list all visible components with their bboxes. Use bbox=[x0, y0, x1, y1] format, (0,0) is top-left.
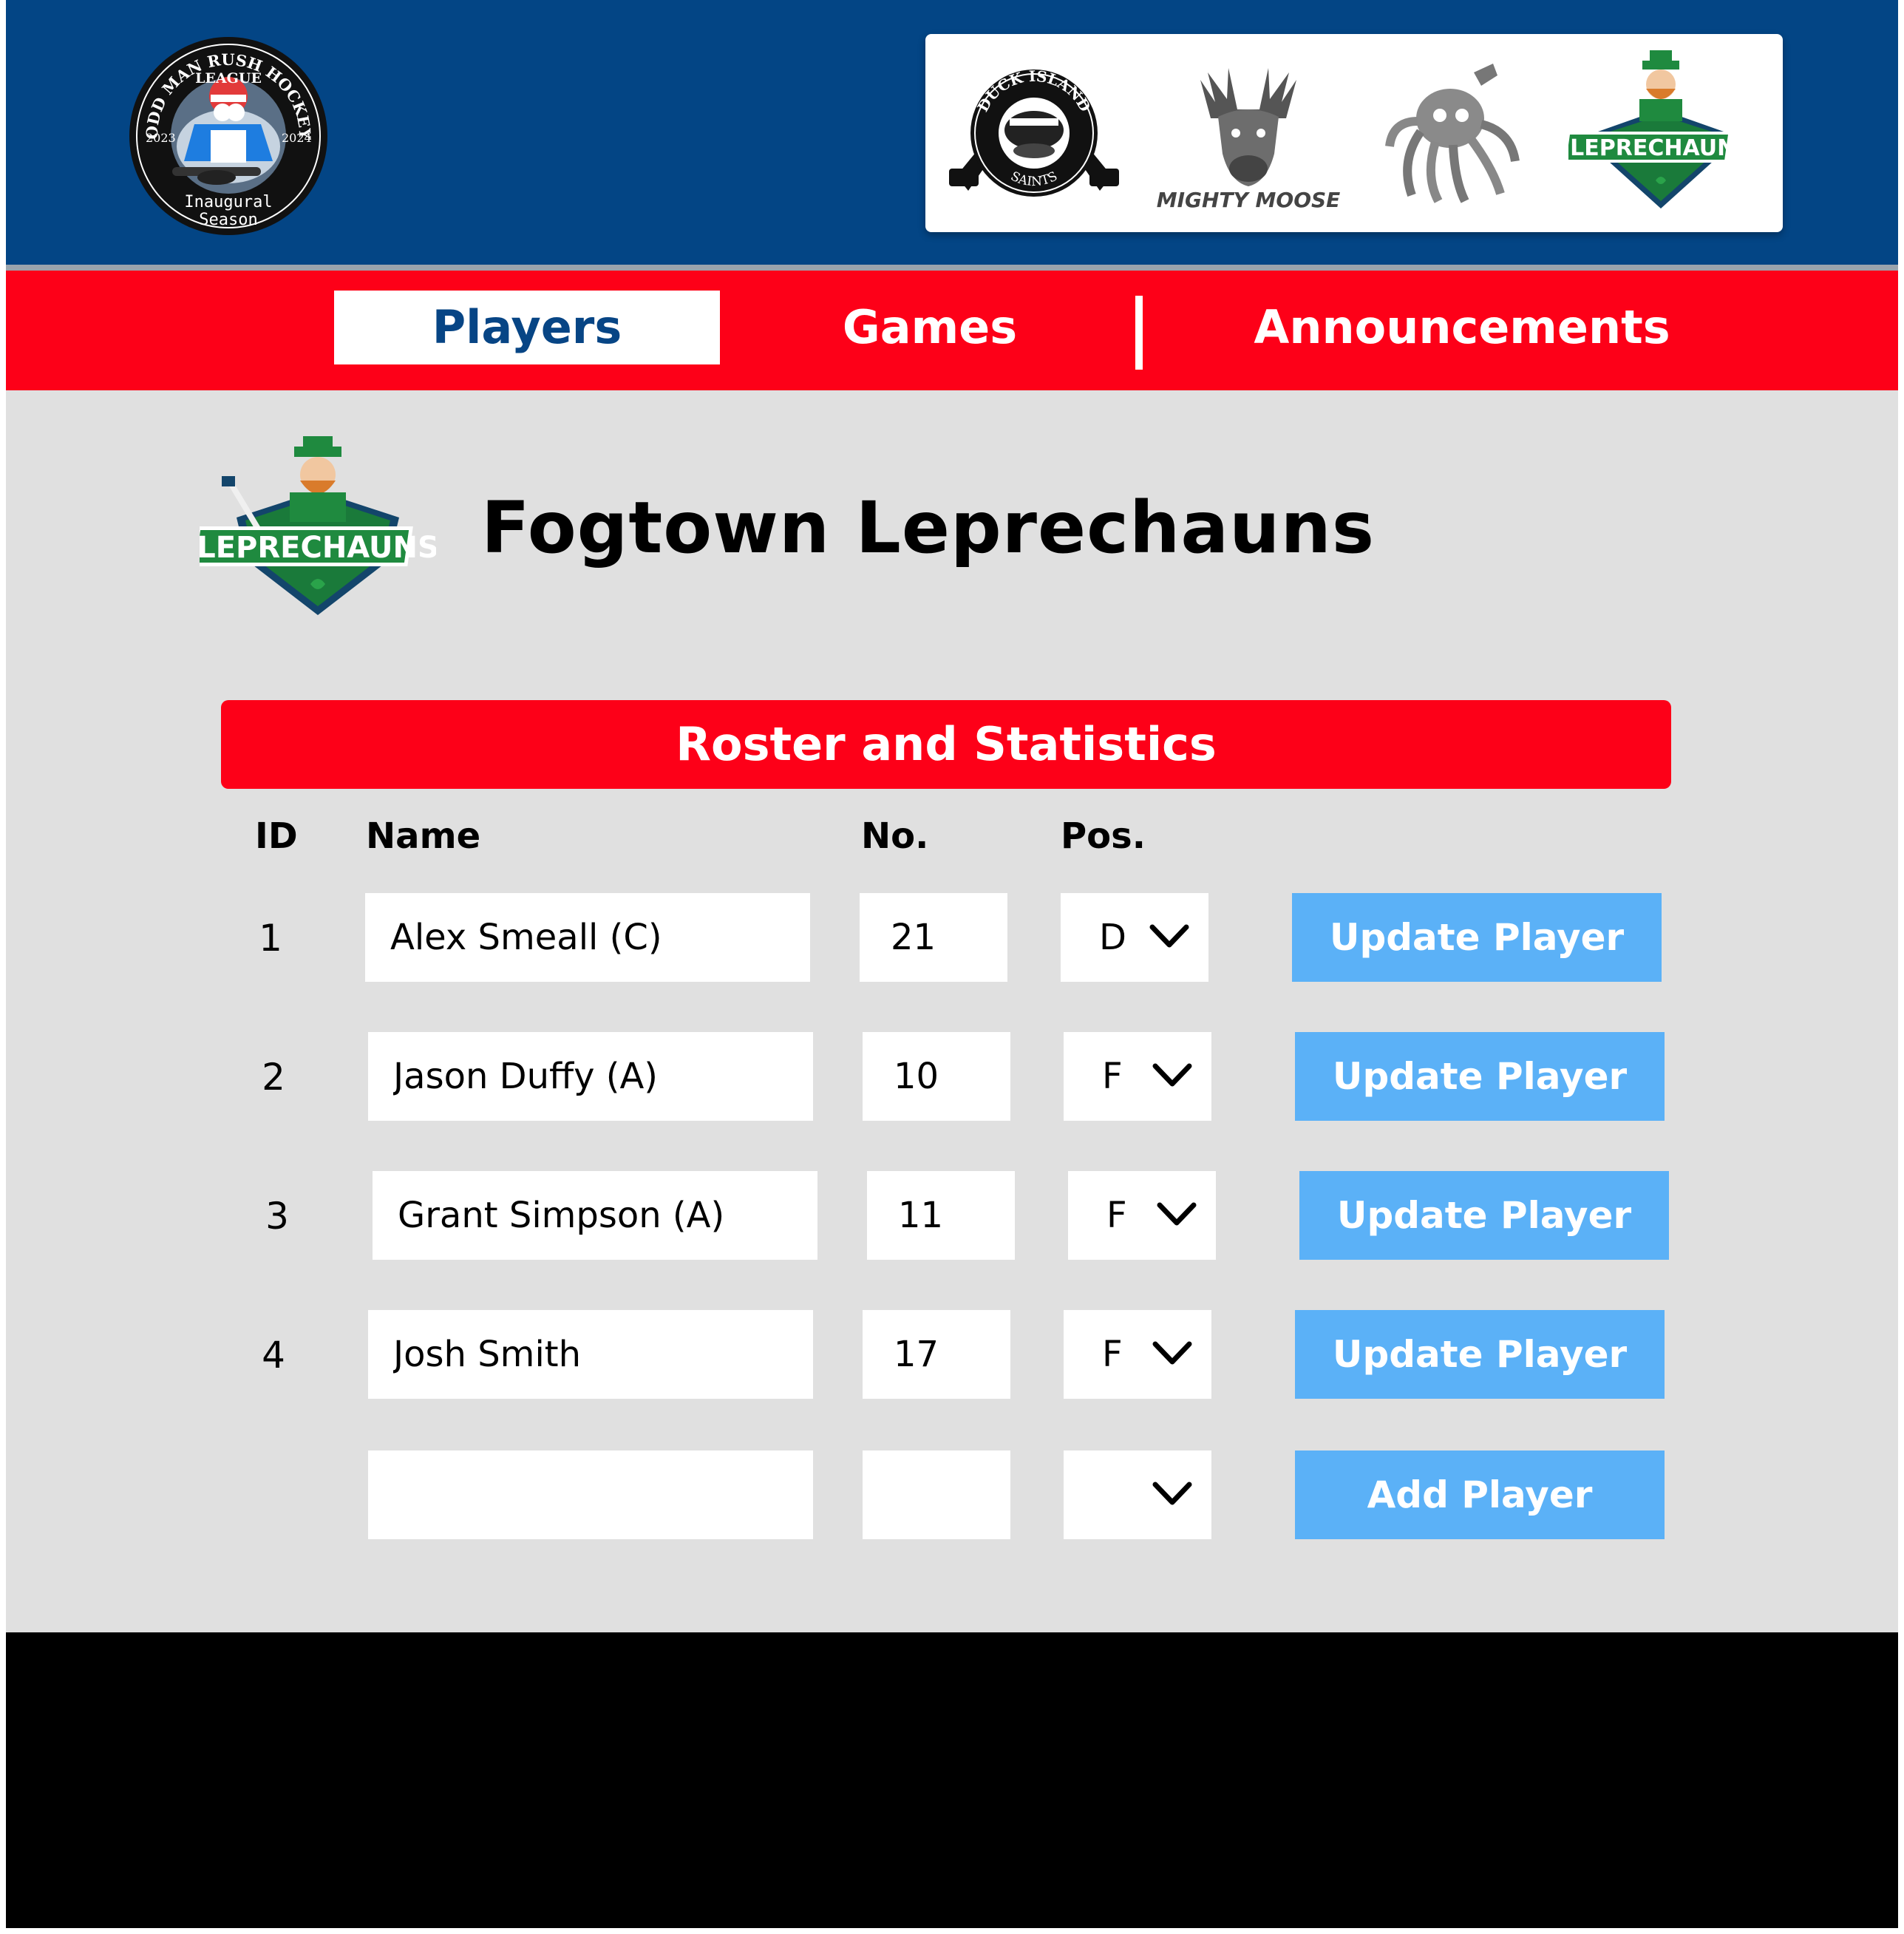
team-logo-text: LEPRECHAUNS bbox=[200, 531, 436, 565]
leprechauns-logo[interactable]: LEPRECHAUNS bbox=[1568, 50, 1753, 216]
tab-announcements[interactable]: Announcements bbox=[1218, 291, 1706, 364]
row-id: 2 bbox=[262, 1056, 285, 1099]
moose-text: MIGHTY MOOSE bbox=[1157, 188, 1341, 212]
new-name-input[interactable] bbox=[368, 1450, 813, 1539]
position-value: F bbox=[1106, 1195, 1127, 1236]
update-player-button[interactable]: Update Player bbox=[1292, 893, 1662, 982]
position-select[interactable]: F bbox=[1064, 1032, 1211, 1121]
position-select[interactable]: D bbox=[1061, 893, 1208, 982]
position-value: D bbox=[1099, 917, 1126, 958]
number-field[interactable] bbox=[860, 893, 1007, 982]
update-player-button[interactable]: Update Player bbox=[1299, 1171, 1669, 1260]
team-title: Fogtown Leprechauns bbox=[481, 486, 1375, 569]
duck-island-saints-logo[interactable]: DUCK ISLAND SAINTS bbox=[942, 50, 1126, 216]
number-input[interactable] bbox=[860, 893, 1007, 982]
name-field[interactable] bbox=[373, 1171, 817, 1260]
number-field[interactable] bbox=[867, 1171, 1015, 1260]
league-middle-text: LEAGUE bbox=[195, 70, 262, 86]
number-field[interactable] bbox=[863, 1032, 1010, 1121]
league-bottom-text-2: Season bbox=[199, 211, 257, 229]
name-field[interactable] bbox=[368, 1032, 813, 1121]
column-number: No. bbox=[861, 815, 929, 857]
new-name-field[interactable] bbox=[368, 1450, 813, 1539]
team-logo-strip: DUCK ISLAND SAINTS MIGHTY MOOSE LEPRECHA… bbox=[925, 34, 1783, 232]
name-input[interactable] bbox=[368, 1310, 813, 1399]
number-field[interactable] bbox=[863, 1310, 1010, 1399]
league-year-left: 2023 bbox=[146, 131, 176, 145]
page-frame: ODD MAN RUSH HOCKEY LEAGUE 2023 2024 Ina… bbox=[6, 0, 1898, 1928]
leprechauns-strip-text: LEPRECHAUNS bbox=[1570, 135, 1752, 161]
new-position-select[interactable] bbox=[1064, 1450, 1211, 1539]
row-id: 4 bbox=[262, 1334, 285, 1377]
position-value: F bbox=[1102, 1056, 1123, 1097]
name-input[interactable] bbox=[368, 1032, 813, 1121]
footer bbox=[6, 1632, 1898, 1928]
tab-players[interactable]: Players bbox=[334, 291, 720, 364]
team-logo: LEPRECHAUNS bbox=[200, 436, 436, 615]
add-player-button[interactable]: Add Player bbox=[1295, 1450, 1665, 1539]
mighty-moose-logo[interactable]: MIGHTY MOOSE bbox=[1156, 50, 1341, 216]
chevron-down-icon bbox=[1152, 1341, 1192, 1365]
column-id: ID bbox=[255, 815, 298, 857]
name-input[interactable] bbox=[373, 1171, 817, 1260]
header-divider bbox=[6, 265, 1898, 271]
league-bottom-text-1: Inaugural bbox=[184, 193, 272, 211]
column-position: Pos. bbox=[1061, 815, 1146, 857]
position-select[interactable]: F bbox=[1068, 1171, 1216, 1260]
league-logo[interactable]: ODD MAN RUSH HOCKEY LEAGUE 2023 2024 Ina… bbox=[128, 35, 329, 237]
row-id: 1 bbox=[259, 917, 282, 960]
tab-games[interactable]: Games bbox=[782, 291, 1078, 364]
main-content: LEPRECHAUNS Fogtown Leprechauns Roster a… bbox=[6, 390, 1898, 1632]
header: ODD MAN RUSH HOCKEY LEAGUE 2023 2024 Ina… bbox=[6, 0, 1898, 265]
new-number-input[interactable] bbox=[863, 1450, 1010, 1539]
row-id: 3 bbox=[265, 1195, 289, 1238]
league-year-right: 2024 bbox=[282, 131, 312, 145]
name-field[interactable] bbox=[365, 893, 810, 982]
update-player-button[interactable]: Update Player bbox=[1295, 1032, 1665, 1121]
new-number-field[interactable] bbox=[863, 1450, 1010, 1539]
octopus-logo[interactable] bbox=[1363, 50, 1548, 216]
chevron-down-icon bbox=[1149, 924, 1189, 948]
nav-divider bbox=[1135, 296, 1143, 370]
chevron-down-icon bbox=[1157, 1202, 1197, 1226]
column-name: Name bbox=[366, 815, 481, 857]
name-field[interactable] bbox=[368, 1310, 813, 1399]
position-value: F bbox=[1102, 1334, 1123, 1375]
chevron-down-icon bbox=[1152, 1482, 1192, 1505]
update-player-button[interactable]: Update Player bbox=[1295, 1310, 1665, 1399]
number-input[interactable] bbox=[867, 1171, 1015, 1260]
chevron-down-icon bbox=[1152, 1063, 1192, 1087]
position-select[interactable]: F bbox=[1064, 1310, 1211, 1399]
roster-header: Roster and Statistics bbox=[221, 700, 1671, 789]
main-nav: Players Games Announcements bbox=[6, 271, 1898, 390]
number-input[interactable] bbox=[863, 1310, 1010, 1399]
number-input[interactable] bbox=[863, 1032, 1010, 1121]
name-input[interactable] bbox=[365, 893, 810, 982]
